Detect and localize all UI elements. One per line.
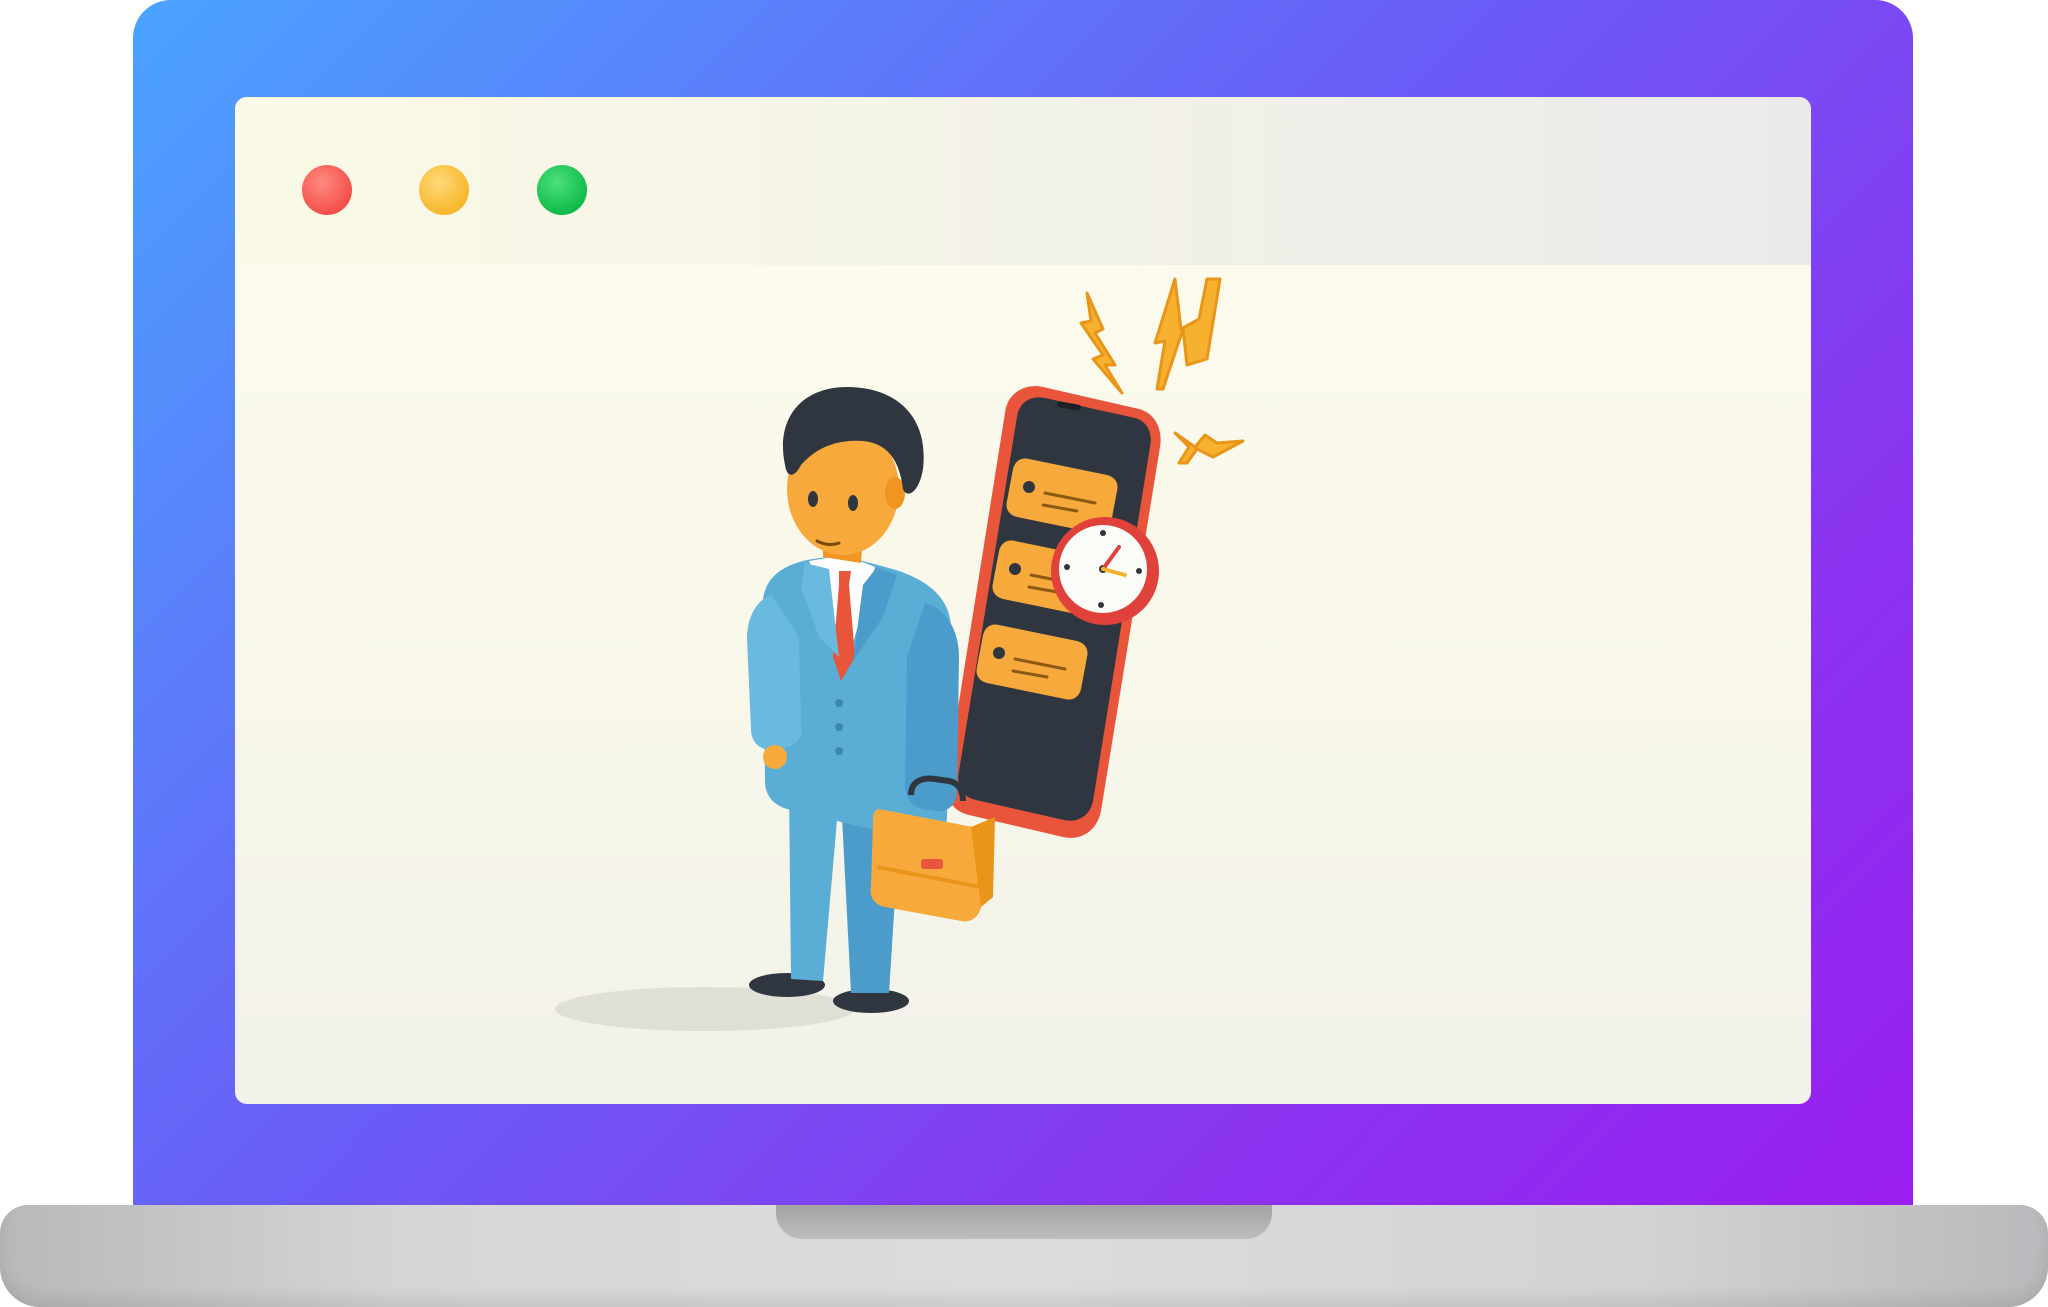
businessman-icon bbox=[747, 387, 959, 1013]
laptop-mockup bbox=[0, 0, 2048, 1307]
businessman-illustration bbox=[555, 277, 1245, 1031]
browser-window bbox=[235, 97, 1811, 1104]
clock-icon bbox=[1051, 517, 1159, 625]
laptop-notch bbox=[776, 1205, 1272, 1239]
